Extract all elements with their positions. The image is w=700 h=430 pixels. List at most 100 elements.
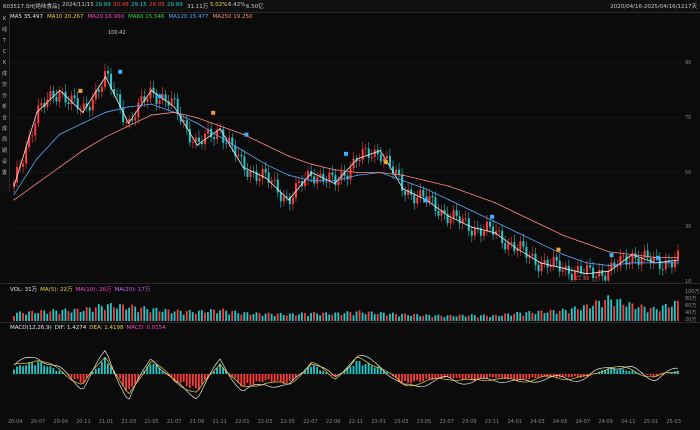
volume-bar [119,304,121,321]
volume-bar [479,315,482,321]
macd-bar [106,363,109,374]
volume-bar [546,312,549,321]
signal-marker[interactable] [118,69,123,74]
volume-bar [540,310,543,321]
volume-bar [655,309,658,321]
series-point [13,199,15,201]
left-toolbar-item[interactable]: 设 [1,159,8,166]
left-toolbar-item[interactable]: 置 [1,170,8,177]
volume-bar [240,314,243,321]
signal-marker[interactable] [656,255,661,260]
left-toolbar-item[interactable]: 交 [1,82,8,89]
left-toolbar-item[interactable]: 周 [1,137,8,144]
signal-marker[interactable] [490,214,495,219]
left-toolbar-item[interactable]: 合 [1,115,8,122]
macd-bar [401,374,403,384]
volume-bar [552,310,555,321]
volume-bar [561,308,564,321]
volume-chart[interactable] [10,293,682,321]
candle [213,133,216,146]
signal-marker[interactable] [211,110,216,115]
volume-bar [564,309,567,321]
series-point [150,89,152,92]
candle [234,139,237,162]
volume-bar [519,312,522,321]
macd-bar [213,371,215,374]
left-toolbar-item[interactable]: 成 [1,126,8,133]
macd-bar [319,370,322,374]
volume-bar [652,306,655,321]
left-toolbar-item[interactable]: 线 [1,27,8,34]
macd-bar [128,374,131,390]
x-axis-label: 24-09 [598,419,613,425]
signal-marker[interactable] [344,151,348,156]
macd-bar [583,374,585,377]
left-toolbar-item[interactable]: K [1,16,8,23]
candle [652,251,655,270]
series-point [104,111,107,113]
left-toolbar-item[interactable]: K [1,60,8,67]
signal-marker[interactable] [383,160,388,165]
signal-marker[interactable] [158,94,163,99]
macd-bar [431,374,434,381]
series-point [471,226,473,228]
signal-marker[interactable] [556,247,561,252]
macd-chart[interactable] [10,332,682,416]
macd-bar [119,374,121,379]
volume-bar [625,306,628,321]
x-axis-label: 25-03 [666,419,681,425]
macd-bar [510,374,513,378]
signal-marker[interactable] [609,253,614,258]
volume-bar [376,313,379,321]
volume-bar [207,312,209,321]
volume-bar [64,308,67,321]
volume-bar [570,308,573,321]
volume-bar [446,315,449,321]
series-point [448,199,450,201]
series-point [448,215,450,217]
left-toolbar-item[interactable]: C [1,49,8,56]
macd-bar [407,374,409,383]
macd-bar [564,374,567,377]
volume-bar [643,306,646,321]
series-point [517,248,519,250]
series-point [265,177,267,179]
price-axis-label: 90 [685,60,692,67]
candle [598,262,601,281]
candle [607,263,610,282]
series-point [265,163,267,165]
candle [495,224,498,240]
left-toolbar-item[interactable]: 析 [1,104,8,111]
date-range[interactable]: 2020/04/16-2025/04/16/1217天 [610,2,697,10]
macd-bar [149,364,152,374]
macd-bar [152,363,155,374]
candle [88,102,91,117]
left-toolbar-item[interactable]: T [1,38,8,45]
volume-bar [52,309,55,321]
x-axis-label: 24-07 [575,419,591,425]
volume-bar [110,303,112,321]
signal-marker[interactable] [244,132,249,137]
candle [40,98,43,112]
signal-marker[interactable] [78,88,83,93]
macd-bar [55,370,58,374]
divider [0,283,700,284]
left-toolbar-item[interactable]: 成 [1,71,8,78]
left-toolbar-item[interactable]: 期 [1,148,8,155]
macd-bar [52,368,55,374]
volume-bar [404,313,406,321]
macd-bar [646,374,649,375]
price-chart[interactable] [10,22,682,282]
candle [285,189,288,202]
macd-bar [76,374,79,379]
volume-bar [94,307,97,321]
volume-bar [501,315,503,321]
candle [419,182,422,203]
x-axis-label: 22-03 [257,419,273,425]
volume-bar [255,312,258,321]
left-toolbar-item[interactable]: 分 [1,93,8,100]
volume-bar [76,308,79,321]
volume-bar [100,306,103,321]
candle [601,263,604,282]
signal-marker[interactable] [423,198,428,203]
